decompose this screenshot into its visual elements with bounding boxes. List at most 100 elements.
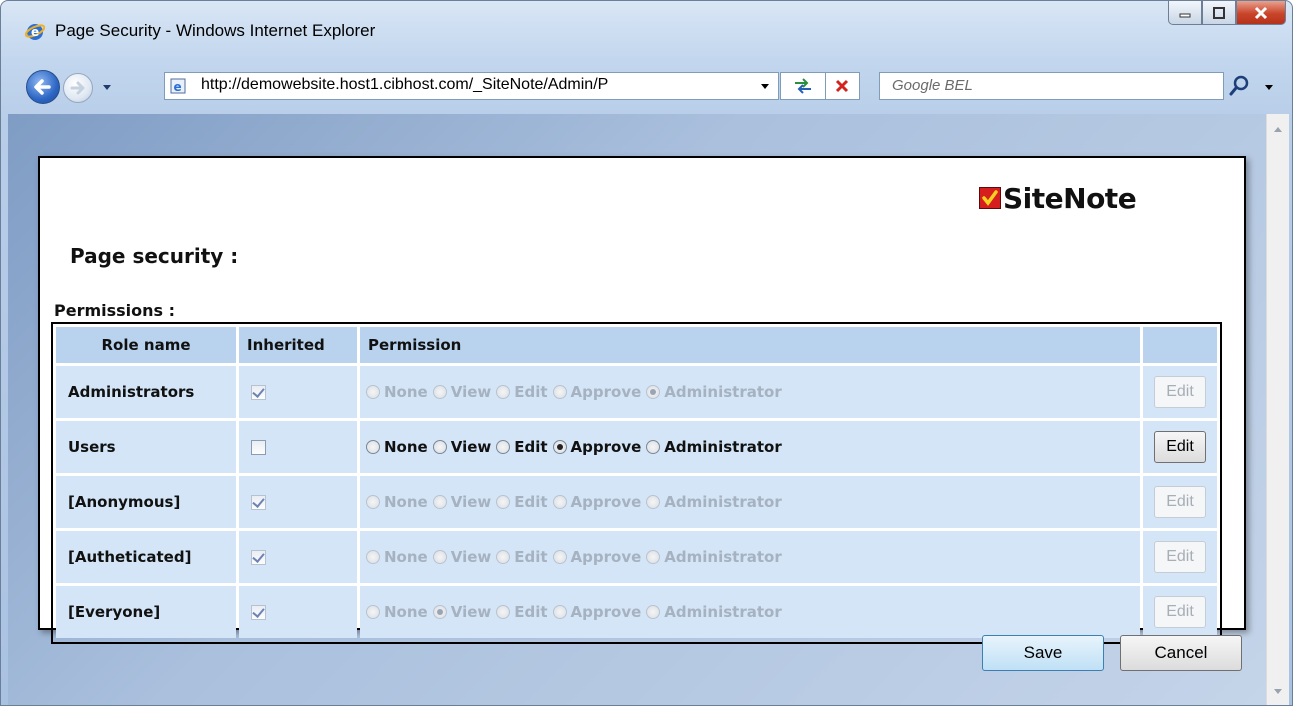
permission-option-view[interactable]: View — [432, 438, 491, 456]
radio-button[interactable] — [432, 605, 447, 619]
edit-button[interactable]: Edit — [1154, 376, 1206, 408]
back-button[interactable] — [26, 70, 60, 104]
page-icon: e — [170, 78, 186, 94]
refresh-button[interactable] — [780, 72, 826, 100]
permission-option-approve[interactable]: Approve — [552, 383, 642, 401]
permissions-body: Administrators None View Edit Approve Adminis… — [56, 366, 1217, 638]
radio-button[interactable] — [646, 495, 661, 509]
radio-button[interactable] — [552, 385, 567, 399]
permission-option-label: Edit — [514, 603, 548, 621]
vertical-scrollbar[interactable] — [1266, 114, 1289, 705]
radio-button[interactable] — [366, 440, 380, 454]
permission-option-administrator[interactable]: Administrator — [646, 493, 782, 511]
radio-button[interactable] — [646, 550, 661, 564]
permission-radio-group: None View Edit Approve Administrator — [366, 548, 1134, 566]
radio-button[interactable] — [646, 605, 661, 619]
radio-button[interactable] — [366, 495, 380, 509]
edit-button[interactable]: Edit — [1154, 486, 1206, 518]
permission-option-none[interactable]: None — [366, 548, 428, 566]
scroll-up-icon[interactable] — [1267, 122, 1289, 138]
radio-button[interactable] — [366, 385, 380, 399]
inherited-checkbox[interactable] — [251, 440, 266, 455]
permission-option-none[interactable]: None — [366, 493, 428, 511]
forward-button[interactable] — [63, 73, 93, 103]
permission-option-view[interactable]: View — [432, 603, 491, 621]
search-input[interactable]: Google BEL — [879, 72, 1224, 100]
permission-option-administrator[interactable]: Administrator — [646, 438, 782, 456]
permission-option-approve[interactable]: Approve — [552, 603, 641, 621]
column-header-role: Role name — [56, 327, 236, 363]
radio-button[interactable] — [432, 385, 447, 399]
permission-option-edit[interactable]: Edit — [496, 548, 548, 566]
permission-option-administrator[interactable]: Administrator — [646, 383, 782, 401]
permission-option-administrator[interactable]: Administrator — [646, 548, 782, 566]
permission-option-edit[interactable]: Edit — [496, 493, 548, 511]
chevron-down-icon[interactable] — [1263, 81, 1275, 93]
radio-button[interactable] — [432, 440, 447, 454]
permission-option-label: Approve — [570, 383, 642, 401]
permission-option-approve[interactable]: Approve — [552, 548, 642, 566]
minimize-button[interactable] — [1168, 1, 1202, 25]
action-cell: Edit — [1143, 476, 1217, 528]
radio-button[interactable] — [552, 605, 567, 619]
edit-button[interactable]: Edit — [1154, 541, 1206, 573]
radio-button[interactable] — [646, 440, 661, 454]
logo-text: SiteNote — [1003, 181, 1137, 215]
radio-button[interactable] — [366, 550, 380, 564]
navigation-bar: e http://demowebsite.host1.cibhost.com/_… — [1, 63, 1292, 107]
stop-button[interactable] — [826, 72, 860, 100]
radio-button[interactable] — [496, 440, 511, 454]
permission-option-none[interactable]: None — [366, 438, 428, 456]
radio-button[interactable] — [496, 605, 511, 619]
permission-option-label: None — [384, 548, 428, 566]
column-header-permission: Permission — [360, 327, 1140, 363]
role-name-cell: Administrators — [56, 366, 236, 418]
radio-button[interactable] — [366, 605, 380, 619]
permission-option-view[interactable]: View — [432, 548, 491, 566]
save-button[interactable]: Save — [982, 635, 1104, 671]
permission-option-view[interactable]: View — [432, 383, 491, 401]
inherited-checkbox[interactable] — [251, 605, 266, 620]
inherited-checkbox[interactable] — [251, 385, 266, 400]
radio-button[interactable] — [432, 550, 447, 564]
cancel-button[interactable]: Cancel — [1120, 635, 1242, 671]
address-text: http://demowebsite.host1.cibhost.com/_Si… — [201, 76, 609, 93]
inherited-checkbox[interactable] — [251, 550, 266, 565]
radio-button[interactable] — [496, 385, 511, 399]
permission-radio-group: None View Edit Approve Administrator — [366, 438, 1134, 456]
permission-option-none[interactable]: None — [366, 603, 428, 621]
action-cell: Edit — [1143, 586, 1217, 638]
window-controls — [1168, 1, 1286, 27]
inherited-checkbox[interactable] — [251, 495, 266, 510]
permission-option-label: Approve — [570, 548, 642, 566]
permission-option-edit[interactable]: Edit — [496, 603, 548, 621]
radio-button[interactable] — [496, 495, 511, 509]
edit-button[interactable]: Edit — [1154, 431, 1206, 463]
permission-cell: None View Edit Approve Administrator — [360, 531, 1140, 583]
table-row: [Anonymous] None View Edit Approve Administra… — [56, 476, 1217, 528]
permission-option-edit[interactable]: Edit — [496, 438, 548, 456]
permission-option-edit[interactable]: Edit — [496, 383, 548, 401]
radio-button[interactable] — [496, 550, 511, 564]
edit-button[interactable]: Edit — [1154, 596, 1206, 628]
permission-option-approve[interactable]: Approve — [552, 438, 641, 456]
permission-option-view[interactable]: View — [432, 493, 491, 511]
permission-option-none[interactable]: None — [366, 383, 428, 401]
permission-option-approve[interactable]: Approve — [552, 493, 641, 511]
search-placeholder: Google BEL — [892, 77, 973, 94]
chevron-down-icon[interactable] — [101, 81, 113, 93]
radio-button[interactable] — [552, 440, 567, 454]
address-bar[interactable]: e http://demowebsite.host1.cibhost.com/_… — [164, 72, 779, 100]
security-panel: SiteNote Page security : Permissions : R… — [38, 156, 1246, 644]
scroll-down-icon[interactable] — [1267, 683, 1289, 699]
chevron-down-icon[interactable] — [760, 81, 770, 91]
maximize-button[interactable] — [1202, 1, 1236, 25]
action-cell: Edit — [1143, 366, 1217, 418]
search-icon[interactable] — [1227, 73, 1251, 99]
radio-button[interactable] — [552, 550, 567, 564]
radio-button[interactable] — [432, 495, 447, 509]
radio-button[interactable] — [646, 385, 661, 399]
radio-button[interactable] — [552, 495, 567, 509]
permission-option-administrator[interactable]: Administrator — [646, 603, 782, 621]
close-button[interactable] — [1236, 1, 1286, 25]
